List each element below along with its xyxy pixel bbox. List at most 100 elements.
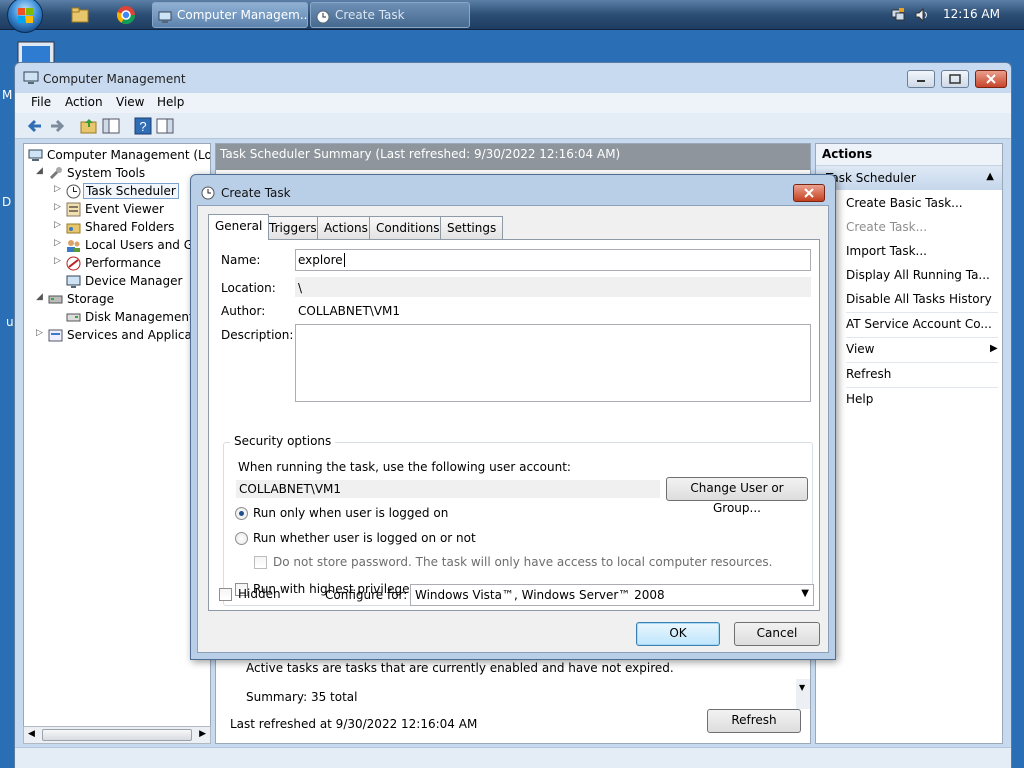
radio-run-only-logged-on[interactable] xyxy=(235,507,248,520)
checkbox-hidden[interactable] xyxy=(219,588,232,601)
security-options-legend: Security options xyxy=(230,434,336,448)
tab-actions[interactable]: Actions xyxy=(317,216,375,239)
scroll-left-arrow-icon[interactable]: ◀ xyxy=(28,729,35,739)
radio-run-whether-logged-on-label[interactable]: Run whether user is logged on or not xyxy=(253,531,476,545)
refresh-button[interactable]: Refresh xyxy=(707,709,801,733)
menu-bar: File Action View Help xyxy=(15,93,1011,113)
menu-file[interactable]: File xyxy=(31,95,51,109)
actions-separator xyxy=(846,337,998,338)
start-button[interactable] xyxy=(7,0,43,33)
center-vertical-scrollbar[interactable]: ▼ xyxy=(796,679,810,709)
change-user-or-group-button[interactable]: Change User or Group... xyxy=(666,477,808,515)
collapse-arrow-icon[interactable]: ◢ xyxy=(36,166,43,176)
tree-horizontal-scrollbar[interactable]: ◀ ▶ xyxy=(23,726,211,744)
window-title-bar[interactable]: Computer Management xyxy=(15,63,1011,93)
action-view[interactable]: View xyxy=(846,342,874,356)
file-explorer-icon[interactable] xyxy=(70,5,90,25)
expand-arrow-icon[interactable]: ▷ xyxy=(54,238,61,248)
location-label: Location: xyxy=(221,281,276,295)
description-label: Description: xyxy=(221,328,294,342)
minimize-button[interactable] xyxy=(907,70,935,88)
taskbar-create-task[interactable]: Create Task xyxy=(310,2,470,28)
show-hide-action-pane-icon[interactable] xyxy=(155,116,175,136)
desktop-label: D xyxy=(2,195,12,209)
menu-view[interactable]: View xyxy=(116,95,144,109)
expand-arrow-icon[interactable]: ▷ xyxy=(54,202,61,212)
tab-general[interactable]: General xyxy=(208,214,270,240)
menu-action[interactable]: Action xyxy=(65,95,103,109)
close-icon xyxy=(986,74,996,84)
configure-for-select[interactable]: Windows Vista™, Windows Server™ 2008 ▼ xyxy=(410,584,814,606)
taskbar-item-label: Create Task xyxy=(335,8,405,22)
maximize-icon xyxy=(949,74,961,84)
network-icon[interactable] xyxy=(890,7,906,23)
desktop-label: M xyxy=(2,88,13,102)
expand-arrow-icon[interactable]: ▷ xyxy=(54,256,61,266)
collapse-up-icon[interactable]: ▲ xyxy=(986,171,994,182)
taskbar-computer-management[interactable]: Computer Managem... xyxy=(152,2,308,28)
ok-button[interactable]: OK xyxy=(636,622,720,646)
actions-separator xyxy=(846,362,998,363)
action-refresh[interactable]: Refresh xyxy=(846,367,891,381)
tab-conditions[interactable]: Conditions xyxy=(369,216,447,239)
location-value: \ xyxy=(295,277,811,297)
checkbox-do-not-store-password xyxy=(254,556,267,569)
configure-for-label: Configure for: xyxy=(325,588,408,602)
name-input[interactable]: explore xyxy=(295,249,811,271)
device-manager-icon xyxy=(66,274,81,289)
minimize-icon xyxy=(917,80,925,82)
shared-folder-icon xyxy=(66,220,81,235)
volume-icon[interactable] xyxy=(914,7,930,23)
expand-arrow-icon[interactable]: ▷ xyxy=(54,184,61,194)
action-display-running-tasks[interactable]: Display All Running Ta... xyxy=(846,268,990,282)
center-header: Task Scheduler Summary (Last refreshed: … xyxy=(216,144,810,170)
user-account-value: COLLABNET\VM1 xyxy=(236,480,660,498)
hidden-label[interactable]: Hidden xyxy=(238,587,281,601)
scroll-down-arrow-icon[interactable]: ▼ xyxy=(799,683,805,692)
actions-header: Actions xyxy=(816,144,1002,166)
show-hide-tree-icon[interactable] xyxy=(101,116,121,136)
active-tasks-description: Active tasks are tasks that are currentl… xyxy=(246,661,674,675)
scrollbar-thumb[interactable] xyxy=(42,729,192,741)
clock[interactable]: 12:16 AM xyxy=(943,7,1000,21)
storage-icon xyxy=(48,292,63,307)
actions-section-task-scheduler[interactable]: Task Scheduler ▲ xyxy=(816,166,1002,190)
help-icon[interactable]: ? xyxy=(133,116,153,136)
dialog-title-bar[interactable]: Create Task xyxy=(191,175,835,205)
tab-triggers[interactable]: Triggers xyxy=(262,216,324,239)
forward-arrow-icon[interactable] xyxy=(47,116,67,136)
desktop-label: u xyxy=(6,315,14,329)
author-label: Author: xyxy=(221,304,266,318)
account-prompt: When running the task, use the following… xyxy=(238,460,571,474)
collapse-arrow-icon[interactable]: ◢ xyxy=(36,292,43,302)
action-create-basic-task[interactable]: Create Basic Task... xyxy=(846,196,963,210)
radio-run-only-logged-on-label[interactable]: Run only when user is logged on xyxy=(253,506,448,520)
chrome-icon[interactable] xyxy=(116,5,136,25)
maximize-button[interactable] xyxy=(941,70,969,88)
action-at-service-account[interactable]: AT Service Account Co... xyxy=(846,317,992,331)
up-folder-icon[interactable] xyxy=(79,116,99,136)
cancel-button[interactable]: Cancel xyxy=(734,622,820,646)
action-help[interactable]: Help xyxy=(846,392,873,406)
action-import-task[interactable]: Import Task... xyxy=(846,244,927,258)
dialog-close-button[interactable] xyxy=(793,184,825,202)
tab-settings[interactable]: Settings xyxy=(440,216,504,239)
computer-management-icon xyxy=(23,71,39,85)
security-options-group: Security options When running the task, … xyxy=(223,434,813,606)
radio-run-whether-logged-on[interactable] xyxy=(235,532,248,545)
actions-separator xyxy=(846,387,998,388)
summary-total: Summary: 35 total xyxy=(246,690,358,704)
back-arrow-icon[interactable] xyxy=(25,116,45,136)
actions-section-label: Task Scheduler xyxy=(826,171,916,185)
computer-management-icon xyxy=(158,8,172,23)
clock-icon xyxy=(201,186,215,200)
desktop-icon[interactable] xyxy=(16,40,58,65)
close-button[interactable] xyxy=(975,70,1007,88)
menu-help[interactable]: Help xyxy=(157,95,184,109)
dropdown-arrow-icon: ▼ xyxy=(801,588,809,599)
action-disable-tasks-history[interactable]: Disable All Tasks History xyxy=(846,292,992,306)
scroll-right-arrow-icon[interactable]: ▶ xyxy=(199,729,206,739)
expand-arrow-icon[interactable]: ▷ xyxy=(54,220,61,230)
description-textarea[interactable] xyxy=(295,324,811,402)
expand-arrow-icon[interactable]: ▷ xyxy=(36,328,43,338)
